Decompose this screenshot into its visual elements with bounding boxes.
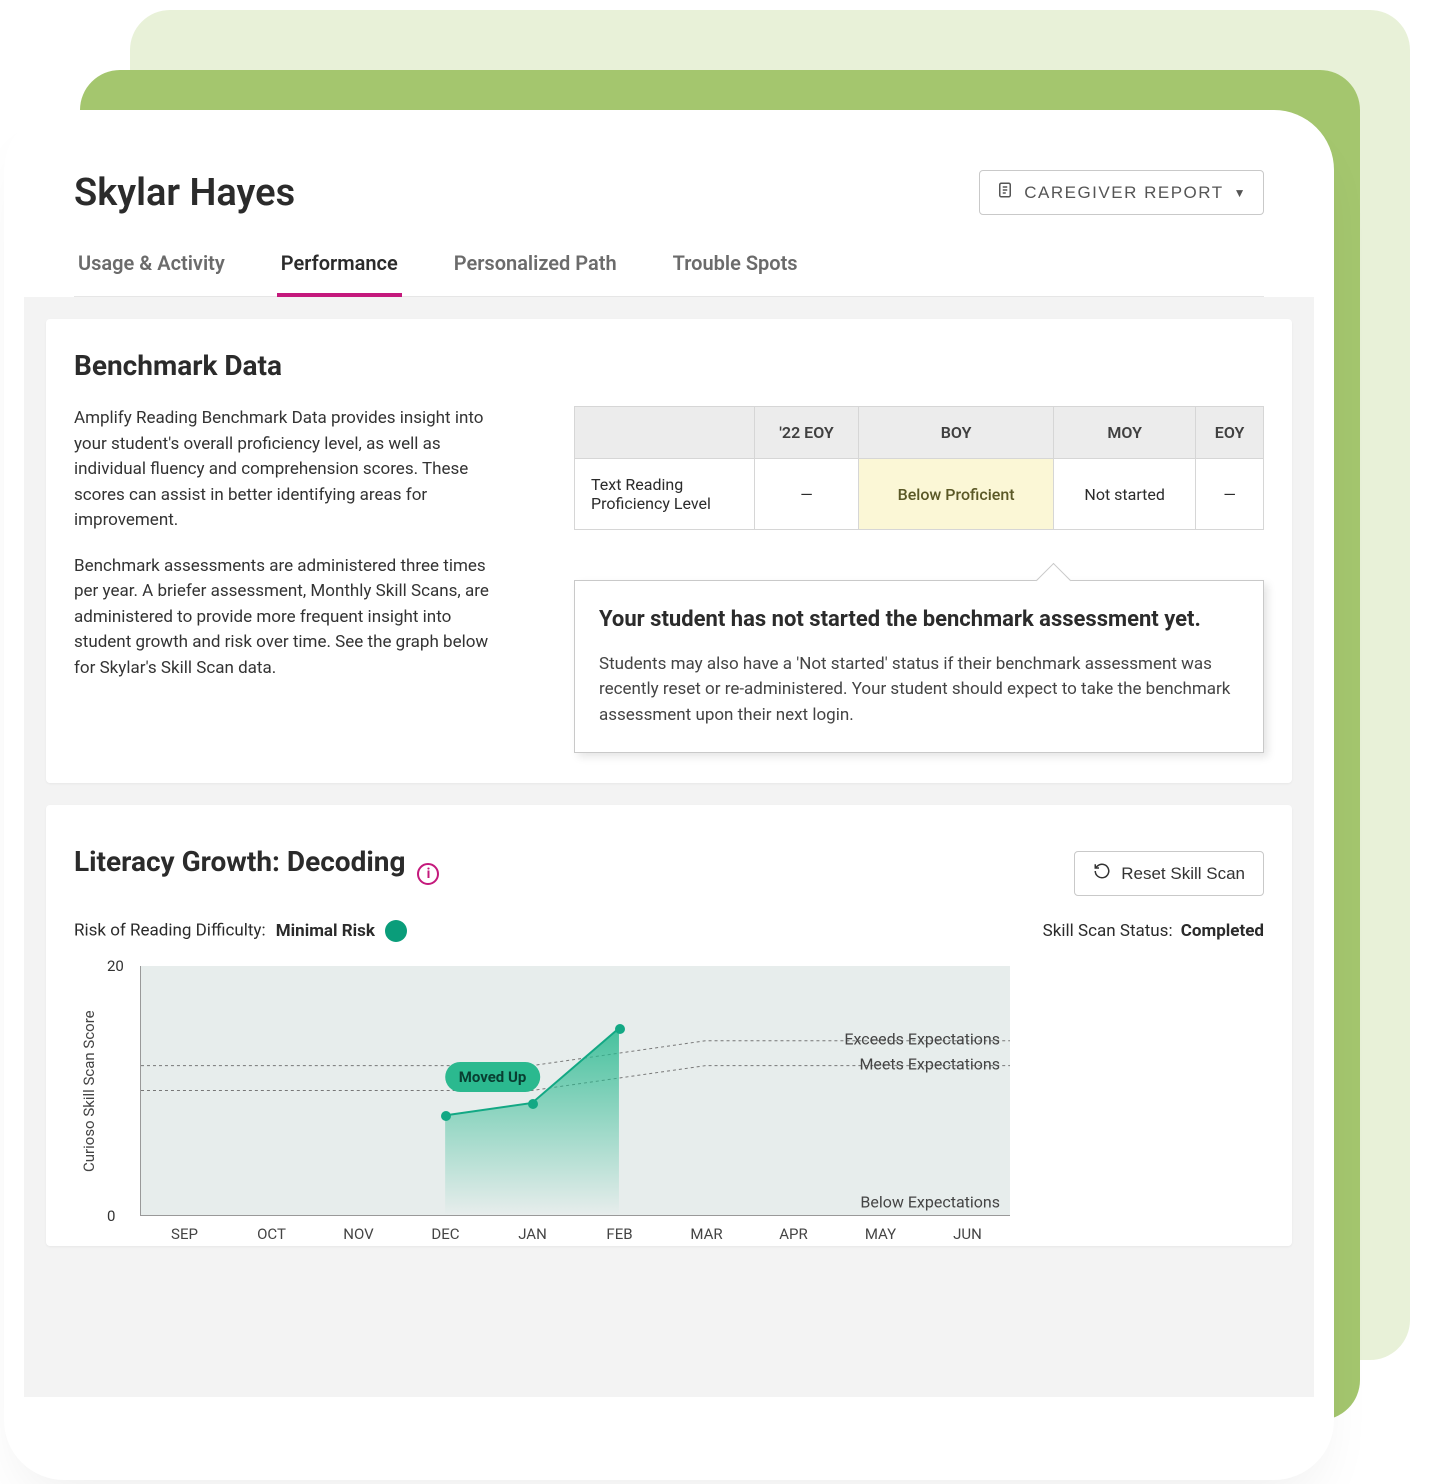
x-tick: NOV [343,1225,373,1243]
tab-personalized-path[interactable]: Personalized Path [450,251,621,296]
status-label: Skill Scan Status: [1043,921,1173,941]
callout-title: Your student has not started the benchma… [599,605,1239,636]
col-boy: BOY [859,407,1054,459]
x-tick: FEB [606,1225,632,1243]
risk-row: Risk of Reading Difficulty: Minimal Risk [74,920,407,942]
x-tick: MAY [865,1225,896,1243]
tab-trouble-spots[interactable]: Trouble Spots [669,251,802,296]
row-label: Text Reading Proficiency Level [575,459,755,530]
literacy-title: Literacy Growth: Decoding [74,845,405,878]
reset-icon [1093,862,1111,885]
x-tick: MAR [690,1225,722,1243]
reset-skill-scan-button[interactable]: Reset Skill Scan [1074,851,1264,896]
cell-moy[interactable]: Not started [1054,459,1196,530]
benchmark-title: Benchmark Data [74,349,1264,382]
benchmark-table: '22 EOY BOY MOY EOY Text Reading Profici… [574,406,1264,530]
student-name: Skylar Hayes [74,171,295,215]
x-tick: DEC [431,1225,459,1243]
moved-up-badge: Moved Up [445,1062,541,1092]
literacy-panel: Literacy Growth: Decoding i Reset Skill … [46,805,1292,1246]
tab-performance[interactable]: Performance [277,251,402,297]
benchmark-panel: Benchmark Data Amplify Reading Benchmark… [46,319,1292,783]
benchmark-para2: Benchmark assessments are administered t… [74,554,494,682]
x-tick: JAN [518,1225,547,1243]
x-tick: APR [779,1225,808,1243]
tab-usage-activity[interactable]: Usage & Activity [74,251,229,296]
callout-body: Students may also have a 'Not started' s… [599,652,1239,729]
risk-value: Minimal Risk [276,921,375,941]
info-icon[interactable]: i [417,863,439,885]
benchmark-para1: Amplify Reading Benchmark Data provides … [74,406,494,534]
cell-22eoy: — [755,459,859,530]
caregiver-report-label: CAREGIVER REPORT [1024,183,1223,203]
skill-scan-chart: 020SEPOCTNOVDECJANFEBMARAPRMAYJUNExceeds… [140,966,1010,1216]
cell-eoy: — [1196,459,1264,530]
document-icon [996,181,1014,204]
col-22eoy: '22 EOY [755,407,859,459]
col-eoy: EOY [1196,407,1264,459]
tabs: Usage & Activity Performance Personalize… [74,251,1264,297]
status-value: Completed [1181,921,1264,941]
x-tick: SEP [171,1225,198,1243]
report-card: Skylar Hayes CAREGIVER REPORT ▼ Usage & … [24,130,1314,1460]
chart-ylabel: Curioso Skill Scan Score [74,966,104,1216]
col-moy: MOY [1054,407,1196,459]
risk-dot-icon [385,920,407,942]
chevron-down-icon: ▼ [1234,186,1247,200]
data-point[interactable] [441,1111,451,1121]
cell-boy[interactable]: Below Proficient [859,459,1054,530]
reset-label: Reset Skill Scan [1121,864,1245,884]
x-tick: OCT [257,1225,286,1243]
y-tick: 20 [107,957,124,975]
y-tick: 0 [107,1207,115,1225]
risk-label: Risk of Reading Difficulty: [74,921,266,941]
benchmark-callout: Your student has not started the benchma… [574,580,1264,753]
caregiver-report-button[interactable]: CAREGIVER REPORT ▼ [979,170,1264,215]
x-tick: JUN [953,1225,982,1243]
status-row: Skill Scan Status: Completed [1043,921,1264,941]
data-point[interactable] [615,1024,625,1034]
benchmark-description: Amplify Reading Benchmark Data provides … [74,406,494,753]
data-point[interactable] [528,1099,538,1109]
